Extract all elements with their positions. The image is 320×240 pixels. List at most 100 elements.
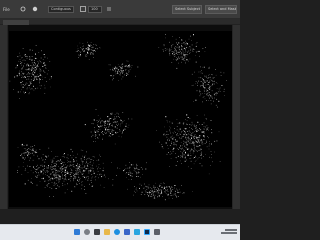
- task-view-icon[interactable]: [94, 229, 100, 235]
- particle: [130, 175, 132, 177]
- particle: [92, 156, 94, 157]
- particle: [96, 131, 98, 133]
- particle: [105, 132, 107, 133]
- particle: [129, 69, 131, 70]
- particle: [179, 46, 180, 47]
- particle: [26, 58, 28, 59]
- particle: [120, 67, 122, 69]
- particle: [214, 94, 216, 96]
- particle: [67, 158, 69, 159]
- particle: [175, 132, 176, 133]
- settings-icon[interactable]: [80, 6, 86, 12]
- particle: [186, 134, 187, 135]
- particle: [176, 141, 178, 142]
- select-and-mask-button[interactable]: Select and Mask...: [205, 5, 237, 14]
- select-subject-button[interactable]: Select Subject: [172, 5, 202, 14]
- particle: [191, 85, 193, 86]
- zoom-field[interactable]: 100: [88, 6, 102, 13]
- edge-icon[interactable]: [114, 229, 120, 235]
- store-icon[interactable]: [124, 229, 130, 235]
- brush-size-icon[interactable]: [32, 6, 38, 12]
- search-icon[interactable]: [84, 229, 90, 235]
- particle: [99, 134, 100, 136]
- particle: [36, 69, 37, 70]
- particle: [121, 78, 123, 80]
- particle: [91, 177, 93, 179]
- quick-select-tool-icon[interactable]: [20, 6, 26, 12]
- particle: [187, 144, 188, 145]
- particle: [127, 188, 128, 190]
- particle: [177, 122, 179, 124]
- particle: [206, 128, 208, 130]
- particle: [22, 72, 23, 74]
- particle: [187, 51, 188, 53]
- file-explorer-icon[interactable]: [104, 229, 110, 235]
- particle: [202, 101, 203, 103]
- particle: [39, 181, 41, 182]
- start-icon[interactable]: [74, 229, 80, 235]
- particle: [58, 186, 60, 188]
- particle: [95, 50, 96, 52]
- particle: [185, 133, 186, 134]
- particle: [187, 138, 189, 139]
- particle: [199, 138, 201, 140]
- particle: [181, 52, 182, 53]
- file-menu[interactable]: File: [3, 5, 10, 14]
- particle: [121, 133, 123, 134]
- particle: [128, 179, 130, 180]
- particle: [94, 127, 95, 128]
- particle: [61, 169, 62, 171]
- particle: [84, 170, 86, 172]
- particle: [65, 177, 66, 179]
- particle: [204, 81, 206, 83]
- particle: [189, 53, 190, 54]
- particle: [28, 68, 29, 69]
- particle: [74, 186, 76, 188]
- particle: [195, 157, 197, 158]
- document-canvas[interactable]: [9, 31, 232, 207]
- particle: [58, 170, 60, 172]
- particle: [179, 52, 180, 53]
- particle: [169, 130, 171, 132]
- particle: [85, 48, 87, 50]
- particle: [81, 181, 83, 182]
- particle: [137, 172, 139, 174]
- mode-select[interactable]: Contiguous: [48, 6, 74, 13]
- particle: [53, 163, 55, 164]
- particle: [196, 135, 197, 137]
- particle: [33, 65, 35, 67]
- settings-icon[interactable]: [154, 229, 160, 235]
- particle: [107, 120, 108, 122]
- particle: [33, 62, 35, 64]
- particle: [31, 178, 32, 179]
- particle: [171, 194, 173, 196]
- particle: [157, 193, 159, 195]
- photoshop-icon[interactable]: [144, 229, 150, 235]
- particle: [206, 81, 208, 82]
- particle: [88, 44, 90, 46]
- particle: [78, 54, 80, 56]
- particle: [181, 163, 182, 164]
- particle: [100, 123, 101, 124]
- particle: [123, 70, 124, 71]
- particle: [112, 126, 114, 127]
- particle: [188, 130, 190, 132]
- particle: [111, 131, 112, 133]
- particle: [132, 164, 134, 166]
- sample-all-layers-icon[interactable]: [106, 6, 112, 12]
- particle: [197, 138, 198, 140]
- particle: [214, 140, 216, 142]
- particle: [142, 168, 143, 170]
- particle: [170, 195, 172, 196]
- particle: [20, 91, 21, 93]
- particle: [129, 166, 131, 168]
- particle: [109, 132, 111, 134]
- particle: [65, 169, 66, 171]
- particle: [79, 164, 80, 165]
- particle: [168, 197, 170, 199]
- particle: [182, 49, 183, 51]
- particle: [51, 164, 52, 166]
- mail-icon[interactable]: [134, 229, 140, 235]
- particle: [218, 131, 220, 133]
- particle: [180, 138, 182, 139]
